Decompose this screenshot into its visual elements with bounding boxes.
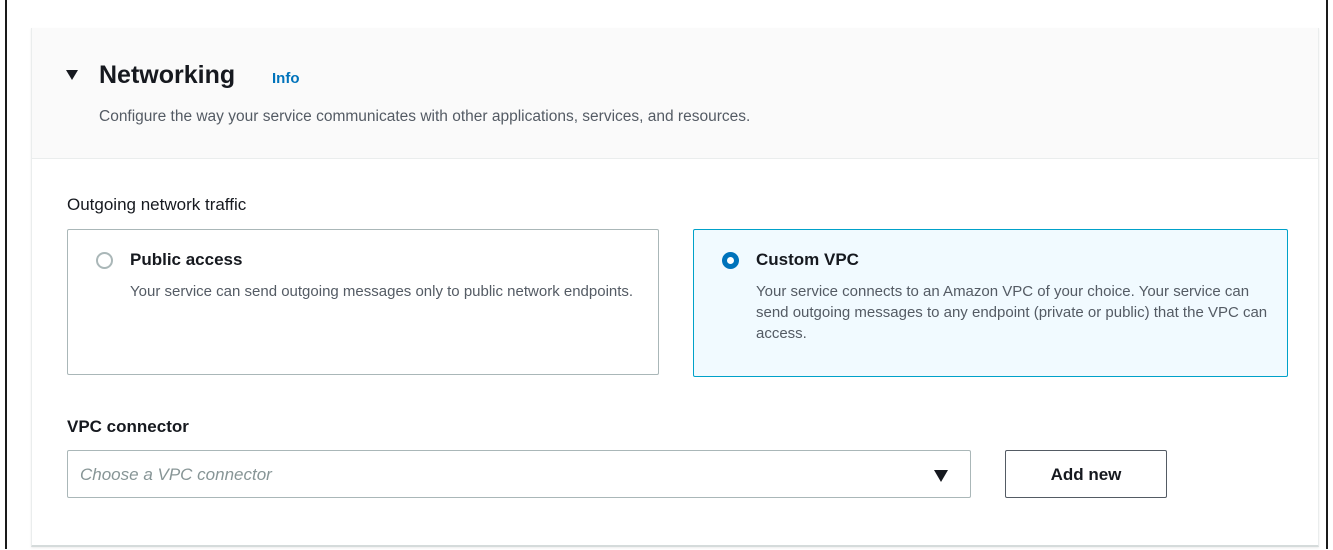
public-access-description: Your service can send outgoing messages … bbox=[130, 283, 634, 300]
public-access-radio[interactable] bbox=[96, 252, 113, 269]
custom-vpc-radio[interactable] bbox=[722, 252, 739, 269]
vpc-connector-select[interactable]: Choose a VPC connector bbox=[67, 450, 971, 498]
networking-container: Networking Info Configure the way your s… bbox=[31, 28, 1319, 547]
caret-down-icon bbox=[934, 470, 948, 482]
custom-vpc-title: Custom VPC bbox=[756, 250, 859, 269]
vpc-connector-placeholder: Choose a VPC connector bbox=[80, 465, 272, 484]
vpc-connector-label: VPC connector bbox=[67, 417, 189, 436]
custom-vpc-tile[interactable]: Custom VPC Your service connects to an A… bbox=[693, 229, 1288, 377]
public-access-tile[interactable]: Public access Your service can send outg… bbox=[67, 229, 659, 375]
section-title[interactable]: Networking bbox=[99, 58, 235, 92]
section-description: Configure the way your service communica… bbox=[99, 108, 751, 125]
info-link[interactable]: Info bbox=[272, 70, 300, 88]
add-new-button[interactable]: Add new bbox=[1005, 450, 1167, 498]
custom-vpc-description: Your service connects to an Amazon VPC o… bbox=[756, 283, 1268, 342]
expand-caret-icon[interactable] bbox=[66, 70, 78, 80]
public-access-title: Public access bbox=[130, 250, 243, 269]
page-frame: Networking Info Configure the way your s… bbox=[5, 0, 1328, 549]
section-header: Networking Info Configure the way your s… bbox=[32, 28, 1318, 159]
outgoing-traffic-label: Outgoing network traffic bbox=[67, 195, 247, 214]
